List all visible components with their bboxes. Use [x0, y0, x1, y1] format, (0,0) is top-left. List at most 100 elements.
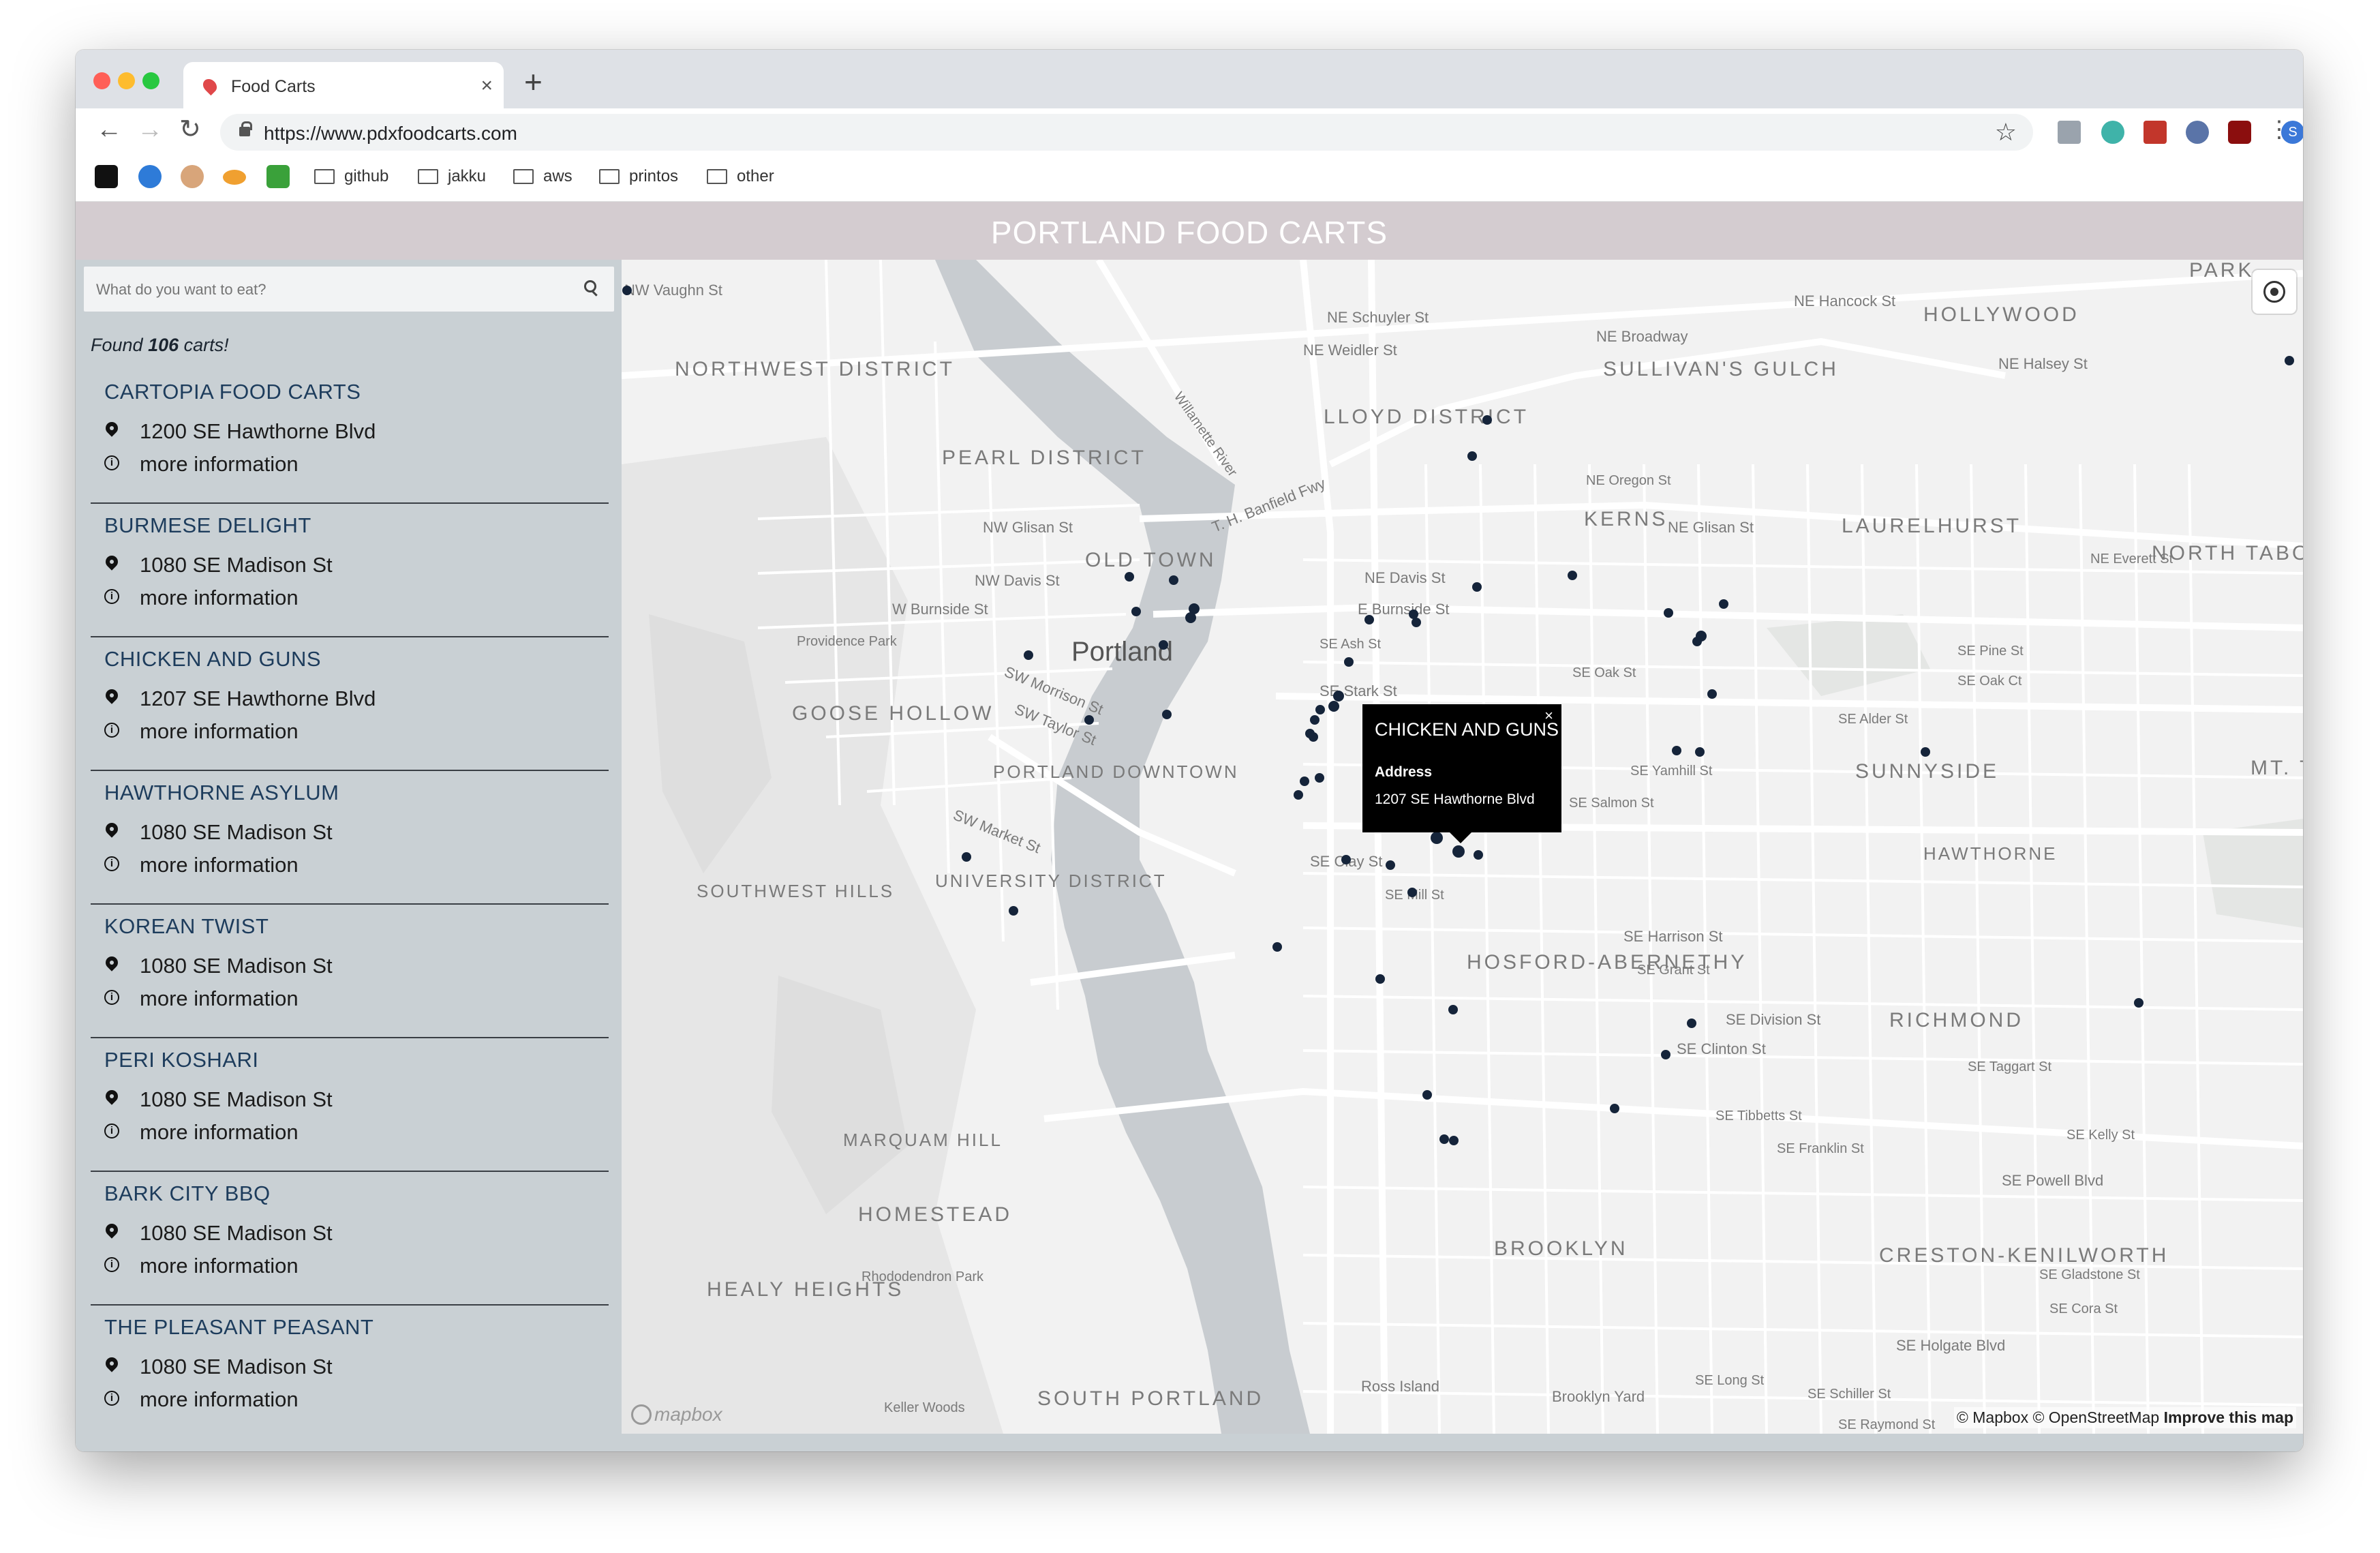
search-icon[interactable] — [584, 280, 596, 292]
cart-marker[interactable] — [1672, 746, 1681, 755]
cart-marker[interactable] — [1610, 1104, 1619, 1113]
cart-marker[interactable] — [1467, 451, 1477, 461]
cart-list-item[interactable]: CHICKEN AND GUNS 1207 SE Hawthorne Blvd i m… — [91, 636, 609, 771]
back-button[interactable]: ← — [96, 117, 122, 142]
cart-marker[interactable] — [1009, 906, 1018, 916]
map-canvas[interactable]: NORTHWEST DISTRICT PEARL DISTRICT OLD TO… — [622, 260, 2303, 1434]
cart-marker[interactable] — [1300, 776, 1309, 786]
cart-name[interactable]: KOREAN TWIST — [104, 914, 269, 939]
more-information-link[interactable]: more information — [140, 986, 299, 1011]
cart-marker[interactable] — [1687, 1019, 1696, 1028]
improve-map-link[interactable]: Improve this map — [2164, 1408, 2293, 1426]
cart-list-item[interactable]: KOREAN TWIST 1080 SE Madison St i more info… — [91, 903, 609, 1038]
cart-marker[interactable] — [1185, 612, 1196, 623]
cart-marker[interactable] — [1131, 607, 1141, 616]
mapbox-logo[interactable]: mapbox — [631, 1404, 722, 1426]
bookmark-folder-aws[interactable]: aws — [513, 167, 573, 186]
cart-marker[interactable] — [1364, 615, 1374, 624]
cart-marker[interactable] — [1386, 860, 1395, 870]
reload-button[interactable]: ↻ — [179, 117, 201, 142]
ublock-icon[interactable] — [2228, 121, 2251, 144]
browser-tab[interactable]: Food Carts × — [183, 62, 504, 110]
cart-marker[interactable] — [1344, 657, 1354, 667]
terminal-bookmark-icon[interactable] — [266, 165, 290, 188]
cart-marker[interactable] — [2285, 356, 2294, 365]
cart-marker[interactable] — [1169, 575, 1178, 585]
cart-marker[interactable] — [1422, 1090, 1432, 1100]
cart-marker[interactable] — [1310, 715, 1319, 725]
cart-marker[interactable] — [1407, 888, 1417, 897]
cart-marker[interactable] — [1294, 790, 1303, 800]
bookmark-folder-github[interactable]: github — [314, 167, 388, 186]
bookmark-folder-jakku[interactable]: jakku — [418, 167, 486, 186]
cart-marker[interactable] — [1309, 732, 1318, 742]
more-information-link[interactable]: more information — [140, 853, 299, 877]
cart-list-item[interactable]: BARK CITY BBQ 1080 SE Madison St i more inf… — [91, 1171, 609, 1306]
cart-marker[interactable] — [1084, 715, 1094, 725]
extension-icon[interactable] — [2186, 121, 2209, 144]
cart-marker[interactable] — [1568, 571, 1577, 580]
cart-marker[interactable] — [1315, 773, 1324, 783]
cart-marker[interactable] — [1328, 701, 1339, 712]
cart-marker[interactable] — [1431, 832, 1443, 844]
cart-name[interactable]: CARTOPIA FOOD CARTS — [104, 380, 361, 404]
forward-button[interactable]: → — [137, 117, 163, 142]
cart-marker[interactable] — [1315, 705, 1325, 714]
hp-bookmark-icon[interactable] — [138, 165, 162, 188]
cart-marker[interactable] — [1439, 1134, 1449, 1144]
cart-marker[interactable] — [2134, 998, 2143, 1008]
cart-marker[interactable] — [1341, 855, 1351, 864]
cart-marker[interactable] — [1664, 608, 1673, 618]
cart-marker[interactable] — [1448, 1005, 1458, 1014]
cart-marker[interactable] — [1375, 974, 1385, 984]
cart-marker[interactable] — [1921, 747, 1930, 757]
cart-marker[interactable] — [1024, 650, 1033, 660]
cart-name[interactable]: BARK CITY BBQ — [104, 1181, 271, 1206]
cart-name[interactable]: PERI KOSHARI — [104, 1048, 259, 1072]
cart-marker[interactable] — [1719, 599, 1728, 609]
more-information-link[interactable]: more information — [140, 719, 299, 744]
maximize-window-button[interactable] — [142, 72, 159, 89]
github-bookmark-icon[interactable] — [95, 165, 118, 188]
close-window-button[interactable] — [93, 72, 110, 89]
bookmark-icon[interactable] — [223, 170, 246, 185]
bookmark-folder-other[interactable]: other — [707, 167, 774, 186]
cart-name[interactable]: BURMESE DELIGHT — [104, 513, 311, 538]
search-input[interactable] — [84, 267, 575, 313]
extension-icon[interactable] — [2101, 121, 2124, 144]
more-information-link[interactable]: more information — [140, 1120, 299, 1145]
cart-marker[interactable] — [1695, 747, 1705, 757]
cart-list-item[interactable]: PERI KOSHARI 1080 SE Madison St i more info… — [91, 1037, 609, 1172]
tab-close-icon[interactable]: × — [480, 74, 493, 97]
cart-marker[interactable] — [1272, 942, 1282, 952]
cart-marker[interactable] — [1474, 850, 1483, 860]
more-information-link[interactable]: more information — [140, 452, 299, 477]
cart-name[interactable]: THE PLEASANT PEASANT — [104, 1315, 373, 1340]
cart-marker[interactable] — [1472, 582, 1482, 592]
cart-list-item[interactable]: HAWTHORNE ASYLUM 1080 SE Madison St i more … — [91, 770, 609, 905]
cart-list-item[interactable]: CARTOPIA FOOD CARTS 1200 SE Hawthorne Blv… — [91, 369, 609, 504]
browser-menu-icon[interactable]: ⋮ — [2268, 118, 2291, 141]
cart-name[interactable]: CHICKEN AND GUNS — [104, 647, 321, 672]
avatar-bookmark-icon[interactable] — [181, 165, 204, 188]
cart-marker[interactable] — [1707, 689, 1717, 699]
cart-marker[interactable] — [1452, 845, 1465, 858]
cart-marker[interactable] — [962, 852, 971, 862]
cart-marker[interactable] — [1409, 609, 1418, 619]
cart-name[interactable]: HAWTHORNE ASYLUM — [104, 781, 339, 805]
bookmark-folder-printos[interactable]: printos — [599, 167, 678, 186]
cart-list-item[interactable]: THE PLEASANT PEASANT 1080 SE Madison St i m… — [91, 1304, 609, 1423]
extension-icon[interactable] — [2058, 121, 2081, 144]
cart-marker[interactable] — [1159, 640, 1168, 650]
cart-marker[interactable] — [1661, 1050, 1670, 1059]
bookmark-star-icon[interactable]: ☆ — [1995, 118, 2017, 147]
new-tab-button[interactable]: + — [524, 66, 543, 97]
cart-marker[interactable] — [1333, 691, 1344, 702]
cart-marker[interactable] — [1692, 637, 1702, 646]
cart-marker[interactable] — [1412, 618, 1421, 627]
map[interactable]: NORTHWEST DISTRICT PEARL DISTRICT OLD TO… — [622, 260, 2303, 1434]
more-information-link[interactable]: more information — [140, 1387, 299, 1412]
cart-marker[interactable] — [1482, 415, 1492, 425]
geolocate-button[interactable] — [2253, 270, 2296, 314]
minimize-window-button[interactable] — [118, 72, 135, 89]
